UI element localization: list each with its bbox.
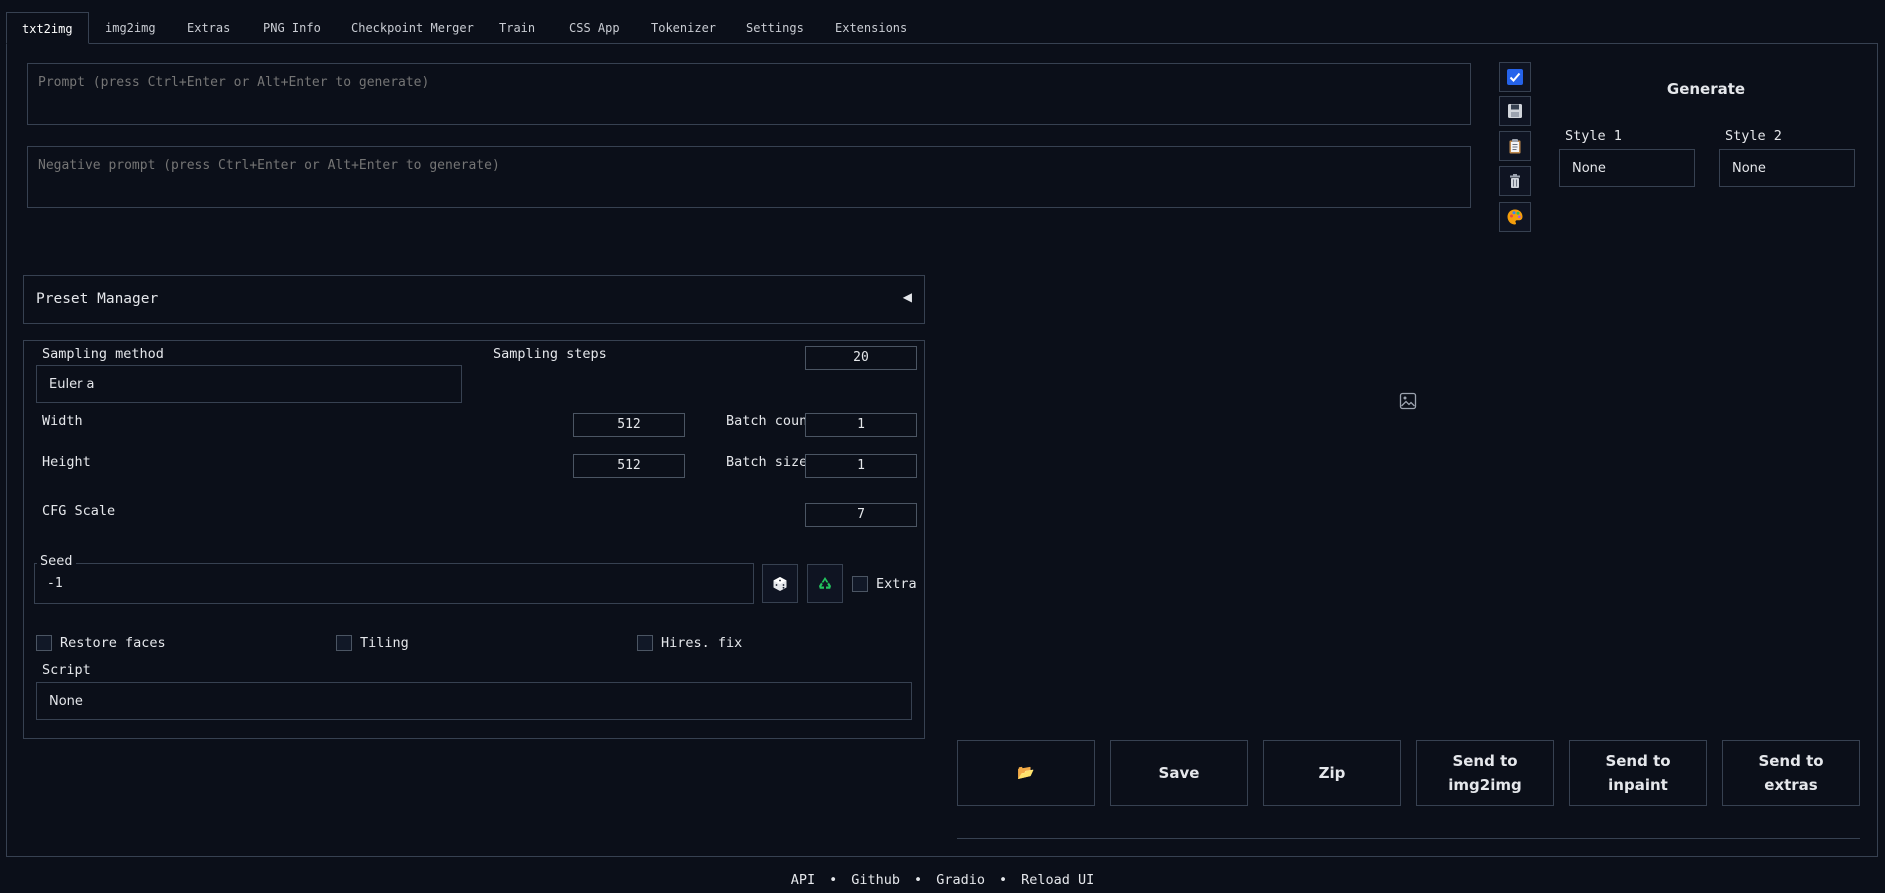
tab-txt2img[interactable]: txt2img bbox=[6, 12, 89, 44]
tab-checkpoint-merger[interactable]: Checkpoint Merger bbox=[351, 12, 474, 44]
prompt-input[interactable] bbox=[27, 63, 1471, 125]
sampling-steps-label: Sampling steps bbox=[490, 346, 610, 362]
clear-prompt-button[interactable] bbox=[1499, 166, 1531, 196]
preset-manager-accordion[interactable]: Preset Manager ◀ bbox=[23, 275, 925, 324]
tab-train[interactable]: Train bbox=[499, 12, 535, 44]
tab-png-info[interactable]: PNG Info bbox=[263, 12, 321, 44]
send-to-extras-button[interactable]: Send to extras bbox=[1722, 740, 1860, 806]
footer: API • Github • Gradio • Reload UI bbox=[0, 872, 1885, 888]
cfg-scale-label: CFG Scale bbox=[39, 503, 119, 519]
script-label: Script bbox=[39, 662, 94, 678]
trash-icon bbox=[1510, 174, 1520, 188]
send-to-img2img-line2: img2img bbox=[1448, 776, 1522, 794]
script-value: None bbox=[49, 693, 83, 709]
width-label: Width bbox=[39, 413, 86, 429]
checkbox-icon bbox=[1507, 69, 1523, 85]
tab-settings[interactable]: Settings bbox=[746, 12, 804, 44]
dice-icon bbox=[773, 576, 787, 591]
image-placeholder-icon bbox=[1399, 392, 1417, 410]
footer-github-link[interactable]: Github bbox=[851, 872, 900, 888]
save-button[interactable]: Save bbox=[1110, 740, 1248, 806]
style2-label: Style 2 bbox=[1722, 128, 1785, 144]
tab-tokenizer[interactable]: Tokenizer bbox=[651, 12, 716, 44]
sampling-method-value: Euler a bbox=[49, 376, 95, 392]
sampling-steps-input[interactable]: 20 bbox=[805, 346, 917, 370]
send-to-inpaint-line1: Send to bbox=[1605, 752, 1671, 770]
footer-separator: • bbox=[998, 872, 1008, 888]
open-folder-button[interactable]: 📂 bbox=[957, 740, 1095, 806]
tab-img2img[interactable]: img2img bbox=[105, 12, 156, 44]
width-input[interactable]: 512 bbox=[573, 413, 685, 437]
seed-value: -1 bbox=[47, 576, 63, 591]
send-to-img2img-button[interactable]: Send to img2img bbox=[1416, 740, 1554, 806]
send-to-extras-line1: Send to bbox=[1758, 752, 1824, 770]
hires-fix-checkbox[interactable] bbox=[637, 635, 653, 651]
recycle-icon bbox=[819, 576, 831, 589]
hires-fix-label: Hires. fix bbox=[661, 635, 743, 651]
batch-size-label: Batch size bbox=[723, 454, 811, 470]
palette-icon bbox=[1507, 209, 1523, 225]
tab-bar: txt2img img2img Extras PNG Info Checkpoi… bbox=[6, 12, 1878, 44]
paste-button[interactable] bbox=[1499, 131, 1531, 161]
sampling-method-label: Sampling method bbox=[39, 346, 167, 362]
send-to-extras-line2: extras bbox=[1764, 776, 1818, 794]
send-to-img2img-line1: Send to bbox=[1452, 752, 1518, 770]
style1-value: None bbox=[1572, 160, 1606, 176]
footer-gradio-link[interactable]: Gradio bbox=[936, 872, 985, 888]
interrupt-check-button[interactable] bbox=[1499, 62, 1531, 92]
reuse-seed-button[interactable] bbox=[807, 564, 843, 603]
output-divider bbox=[957, 838, 1860, 839]
batch-size-input[interactable]: 1 bbox=[805, 454, 917, 478]
seed-label: Seed bbox=[37, 553, 76, 569]
cfg-scale-input[interactable]: 7 bbox=[805, 503, 917, 527]
clipboard-icon bbox=[1509, 139, 1521, 154]
apply-styles-button[interactable] bbox=[1499, 202, 1531, 232]
footer-separator: • bbox=[829, 872, 838, 888]
save-style-button[interactable] bbox=[1499, 96, 1531, 126]
tab-extensions[interactable]: Extensions bbox=[835, 12, 907, 44]
restore-faces-checkbox[interactable] bbox=[36, 635, 52, 651]
generate-button[interactable]: Generate bbox=[1559, 70, 1853, 108]
send-to-inpaint-line2: inpaint bbox=[1608, 776, 1668, 794]
negative-prompt-input[interactable] bbox=[27, 146, 1471, 208]
send-to-inpaint-button[interactable]: Send to inpaint bbox=[1569, 740, 1707, 806]
footer-separator: • bbox=[914, 872, 923, 888]
extra-checkbox[interactable] bbox=[852, 576, 868, 592]
folder-icon: 📂 bbox=[1017, 765, 1035, 781]
tab-css-app[interactable]: CSS App bbox=[569, 12, 620, 44]
preset-manager-label: Preset Manager bbox=[36, 291, 159, 307]
zip-button[interactable]: Zip bbox=[1263, 740, 1401, 806]
style2-dropdown[interactable]: None bbox=[1719, 149, 1855, 187]
script-dropdown[interactable]: None bbox=[36, 682, 912, 720]
extra-label: Extra bbox=[876, 576, 917, 592]
collapse-arrow-icon: ◀ bbox=[902, 290, 912, 304]
style1-dropdown[interactable]: None bbox=[1559, 149, 1695, 187]
style1-label: Style 1 bbox=[1562, 128, 1625, 144]
footer-reload-ui-link[interactable]: Reload UI bbox=[1021, 872, 1094, 888]
style2-value: None bbox=[1732, 160, 1766, 176]
sampling-method-dropdown[interactable]: Euler a bbox=[36, 365, 462, 403]
batch-count-input[interactable]: 1 bbox=[805, 413, 917, 437]
tiling-label: Tiling bbox=[360, 635, 409, 651]
save-button-label: Save bbox=[1158, 764, 1200, 782]
footer-api-link[interactable]: API bbox=[791, 872, 815, 888]
save-icon bbox=[1508, 104, 1522, 118]
height-input[interactable]: 512 bbox=[573, 454, 685, 478]
seed-input[interactable]: -1 bbox=[34, 563, 754, 604]
tiling-checkbox[interactable] bbox=[336, 635, 352, 651]
tab-extras[interactable]: Extras bbox=[187, 12, 230, 44]
restore-faces-label: Restore faces bbox=[60, 635, 166, 651]
random-seed-button[interactable] bbox=[762, 564, 798, 603]
height-label: Height bbox=[39, 454, 94, 470]
zip-button-label: Zip bbox=[1318, 764, 1346, 782]
